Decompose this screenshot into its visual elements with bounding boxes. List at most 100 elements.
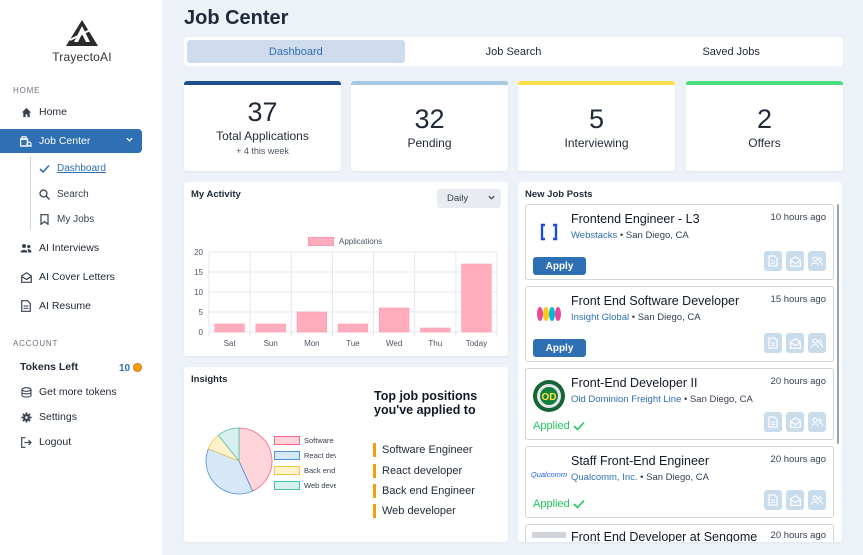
sidebar-item-job-center[interactable]: Job Center: [0, 129, 142, 153]
sidebar-item-get-more-tokens[interactable]: Get more tokens: [0, 380, 142, 404]
stat-card-pending: 32 Pending: [351, 81, 508, 171]
job-title[interactable]: Front-End Developer II: [571, 376, 697, 390]
sidebar-item-label: AI Interviews: [39, 242, 100, 254]
company-logo-qualcomm: Qualcomm: [530, 457, 568, 491]
job-title[interactable]: Front End Developer at Sengome: [571, 530, 757, 542]
sidebar-subitem-search[interactable]: Search: [38, 189, 89, 200]
sidebar-item-ai-interviews[interactable]: AI Interviews: [0, 236, 142, 260]
company-link[interactable]: Insight Global: [571, 312, 629, 323]
job-posted-time: 20 hours ago: [770, 530, 826, 541]
x-tick-label: Mon: [304, 339, 320, 348]
interview-icon[interactable]: [808, 333, 826, 353]
job-meta: Old Dominion Freight Line • San Diego, C…: [571, 394, 753, 405]
interview-icon[interactable]: [808, 490, 826, 510]
job-meta: Webstacks • San Diego, CA: [571, 230, 689, 241]
job-title[interactable]: Frontend Engineer - L3: [571, 212, 700, 226]
stat-label: Offers: [748, 136, 781, 150]
insights-panel: Insights Software Engineer React develop…: [184, 367, 508, 542]
stat-value: 2: [756, 104, 773, 134]
sidebar-item-settings[interactable]: Settings: [0, 405, 142, 429]
sidebar-item-ai-resume[interactable]: AI Resume: [0, 294, 142, 318]
job-location: San Diego, CA: [637, 312, 701, 323]
submenu-tree-line: [30, 156, 31, 230]
sidebar-item-ai-cover-letters[interactable]: AI Cover Letters: [0, 265, 142, 289]
job-card[interactable]: OD Front-End Developer II 20 hours ago O…: [525, 368, 834, 440]
scrollbar[interactable]: [837, 204, 839, 444]
positions-pie-chart: [205, 427, 273, 495]
tab-bar: Dashboard Job Search Saved Jobs: [184, 37, 843, 66]
job-location: San Diego, CA: [625, 230, 689, 241]
top-positions-title: Top job positions you've applied to: [374, 389, 478, 417]
cover-letter-icon[interactable]: [786, 412, 804, 432]
stat-accent-bar: [184, 81, 341, 85]
resume-icon[interactable]: [764, 251, 782, 271]
job-actions: [764, 412, 826, 432]
tab-dashboard[interactable]: Dashboard: [187, 40, 405, 63]
stat-accent-bar: [351, 81, 508, 85]
company-link[interactable]: Old Dominion Freight Line: [571, 394, 681, 405]
apply-button[interactable]: Apply: [533, 339, 586, 357]
job-title[interactable]: Staff Front-End Engineer: [571, 454, 709, 468]
applied-label: Applied: [533, 420, 570, 432]
cover-letter-icon[interactable]: [786, 333, 804, 353]
resume-icon[interactable]: [764, 333, 782, 353]
interview-icon[interactable]: [808, 251, 826, 271]
coins-icon: [20, 386, 32, 398]
company-link[interactable]: Qualcomm, Inc.: [571, 472, 638, 483]
resume-icon[interactable]: [764, 412, 782, 432]
coin-icon: [133, 363, 142, 372]
sidebar-item-label: Get more tokens: [39, 386, 117, 398]
sidebar-item-label: Home: [39, 106, 68, 118]
company-logo-insight-global: [532, 297, 566, 331]
bar: [379, 307, 410, 333]
people-icon: [20, 242, 32, 254]
logo-text: TrayectoAI: [52, 50, 112, 64]
top-position-item: Software Engineer: [373, 443, 473, 457]
pie-legend-swatch: [274, 436, 300, 445]
check-icon: [573, 499, 585, 509]
stat-card-total-applications: 37 Total Applications + 4 this week: [184, 81, 341, 171]
stat-value: 5: [588, 104, 605, 134]
sidebar-item-label: Job Center: [39, 135, 91, 147]
job-card[interactable]: Front End Software Developer 15 hours ag…: [525, 286, 834, 362]
pie-legend-label: Web developer: [304, 481, 336, 490]
job-posted-time: 10 hours ago: [770, 212, 826, 223]
logo-mark-icon: [66, 20, 98, 46]
tab-job-search[interactable]: Job Search: [405, 40, 623, 63]
job-card[interactable]: Front End Developer at Sengome 20 hours …: [525, 524, 834, 542]
job-center-icon: [20, 135, 32, 147]
stat-accent-bar: [686, 81, 843, 85]
sidebar-subitem-dashboard[interactable]: Dashboard: [38, 163, 106, 174]
stat-card-interviewing: 5 Interviewing: [518, 81, 675, 171]
sidebar-subitem-my-jobs[interactable]: My Jobs: [38, 214, 94, 225]
x-tick-label: Sat: [224, 339, 237, 348]
sidebar-item-label: Settings: [39, 411, 77, 423]
applied-status: Applied: [533, 420, 585, 432]
cover-letter-icon[interactable]: [786, 251, 804, 271]
job-posted-time: 20 hours ago: [770, 454, 826, 465]
job-meta: Qualcomm, Inc. • San Diego, CA: [571, 472, 709, 483]
company-link[interactable]: Webstacks: [571, 230, 617, 241]
job-card[interactable]: Frontend Engineer - L3 10 hours ago Webs…: [525, 204, 834, 280]
section-label-home: HOME: [13, 86, 41, 95]
bar: [420, 327, 451, 333]
sidebar-item-label: AI Resume: [39, 300, 91, 312]
sidebar-item-logout[interactable]: Logout: [0, 430, 142, 454]
sidebar-item-home[interactable]: Home: [0, 100, 142, 124]
resume-icon[interactable]: [764, 490, 782, 510]
stat-card-offers: 2 Offers: [686, 81, 843, 171]
job-title[interactable]: Front End Software Developer: [571, 294, 739, 308]
bar: [214, 323, 245, 333]
app-logo[interactable]: TrayectoAI: [52, 18, 112, 64]
cover-letter-icon[interactable]: [786, 490, 804, 510]
apply-button[interactable]: Apply: [533, 257, 586, 275]
check-icon: [38, 164, 50, 174]
job-posted-time: 15 hours ago: [770, 294, 826, 305]
qualcomm-logo-text: Qualcomm: [530, 469, 568, 479]
stat-label: Interviewing: [564, 136, 629, 150]
applied-status: Applied: [533, 498, 585, 510]
tab-saved-jobs[interactable]: Saved Jobs: [622, 40, 840, 63]
job-card[interactable]: Qualcomm Staff Front-End Engineer 20 hou…: [525, 446, 834, 518]
interview-icon[interactable]: [808, 412, 826, 432]
x-tick-label: Sun: [264, 339, 278, 348]
